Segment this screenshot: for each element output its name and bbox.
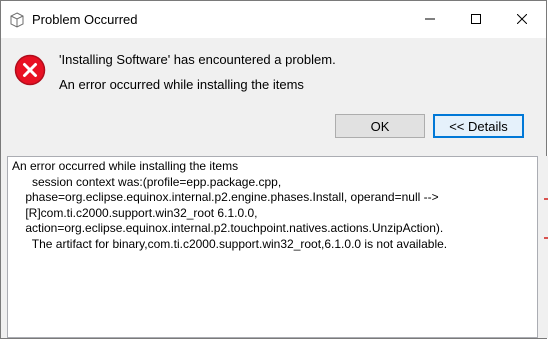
window-title: Problem Occurred [32, 12, 138, 27]
ok-button[interactable]: OK [335, 114, 425, 138]
minimize-button[interactable] [407, 1, 453, 38]
background-edge-mark [544, 237, 548, 239]
message-area: 'Installing Software' has encountered a … [1, 38, 546, 150]
details-button[interactable]: << Details [433, 114, 524, 138]
maximize-button[interactable] [453, 1, 499, 38]
close-button[interactable] [499, 1, 545, 38]
maximize-icon [471, 11, 481, 29]
minimize-icon [425, 11, 435, 29]
message-detail: An error occurred while installing the i… [59, 77, 304, 92]
close-icon [516, 11, 528, 29]
app-icon [9, 12, 25, 28]
details-text-area[interactable]: An error occurred while installing the i… [7, 156, 538, 338]
error-icon [14, 54, 46, 86]
details-scrollbar[interactable] [538, 156, 548, 338]
dialog-window: Problem Occurred 'Installing Software' h… [0, 0, 548, 339]
title-bar[interactable]: Problem Occurred [1, 1, 546, 38]
message-title: 'Installing Software' has encountered a … [59, 52, 336, 67]
background-edge-mark [544, 198, 548, 200]
